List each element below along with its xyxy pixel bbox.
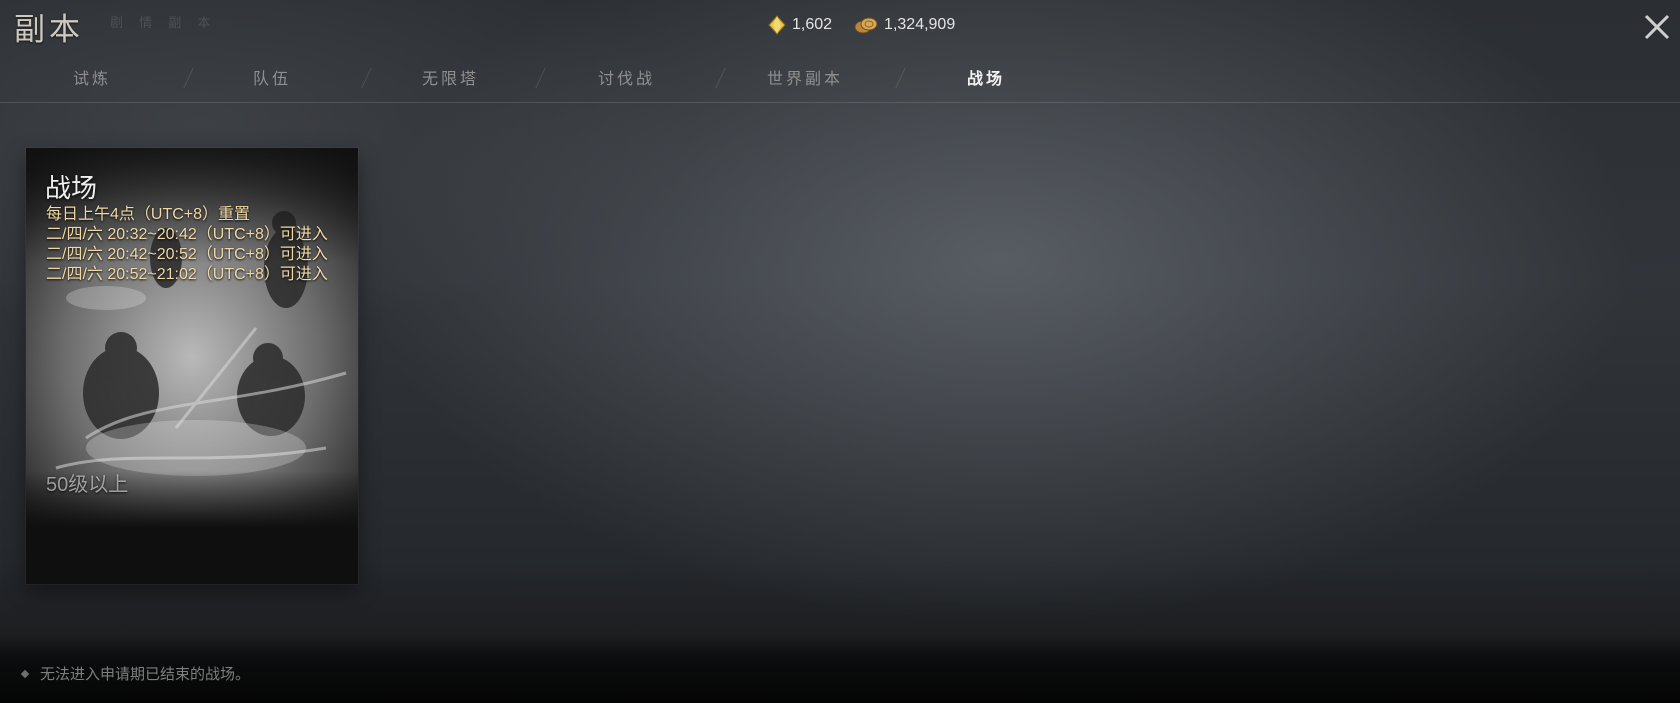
battlefield-card[interactable]: 战场 每日上午4点（UTC+8）重置 二/四/六 20:32~20:42（UTC… (26, 148, 358, 584)
tab-separator (895, 68, 906, 88)
tab-separator (535, 68, 546, 88)
top-header: 副本 剧 情 副 本 1,602 1,324,909 (0, 0, 1680, 50)
gem-amount: 1,602 (792, 16, 833, 33)
notice-text: 无法进入申请期已结束的战场。 (40, 665, 251, 683)
tab-world-dungeon[interactable]: 世界副本 (767, 64, 843, 94)
close-icon (1644, 14, 1670, 40)
category-tabs: 试炼 队伍 无限塔 讨伐战 世界副本 战场 (0, 58, 1680, 103)
tab-raid[interactable]: 讨伐战 (598, 64, 655, 94)
footer-notice: 无法进入申请期已结束的战场。 (20, 663, 251, 684)
window-subtitle: 剧 情 副 本 (110, 16, 217, 31)
window-title: 副本 (14, 12, 84, 48)
tab-trial[interactable]: 试炼 (73, 64, 111, 94)
schedule-slot: 二/四/六 20:52~21:02（UTC+8）可进入 (46, 266, 328, 283)
bullet-icon (20, 669, 30, 678)
tab-party[interactable]: 队伍 (253, 64, 291, 94)
gold-coin-icon (854, 16, 878, 34)
gem-currency[interactable]: 1,602 (768, 15, 832, 35)
close-button[interactable] (1642, 12, 1672, 42)
dungeon-screen: 副本 剧 情 副 本 1,602 1,324,909 试炼 队伍 无限塔 讨伐战… (0, 0, 1680, 703)
tab-separator (183, 68, 194, 88)
gold-amount: 1,324,909 (884, 16, 956, 33)
level-requirement: 50级以上 (46, 474, 129, 496)
tab-infinite-tower[interactable]: 无限塔 (422, 64, 479, 94)
card-schedule-info: 每日上午4点（UTC+8）重置 二/四/六 20:32~20:42（UTC+8）… (46, 205, 346, 285)
tab-battlefield[interactable]: 战场 (967, 64, 1005, 94)
gold-currency[interactable]: 1,324,909 (854, 16, 955, 34)
tab-separator (715, 68, 726, 88)
gem-icon (768, 15, 786, 35)
card-title: 战场 (45, 174, 98, 204)
schedule-slot: 二/四/六 20:32~20:42（UTC+8）可进入 (46, 226, 328, 243)
reset-time: 每日上午4点（UTC+8）重置 (46, 206, 251, 223)
currency-bar: 1,602 1,324,909 (768, 14, 955, 36)
schedule-slot: 二/四/六 20:42~20:52（UTC+8）可进入 (46, 246, 328, 263)
tab-separator (361, 68, 372, 88)
